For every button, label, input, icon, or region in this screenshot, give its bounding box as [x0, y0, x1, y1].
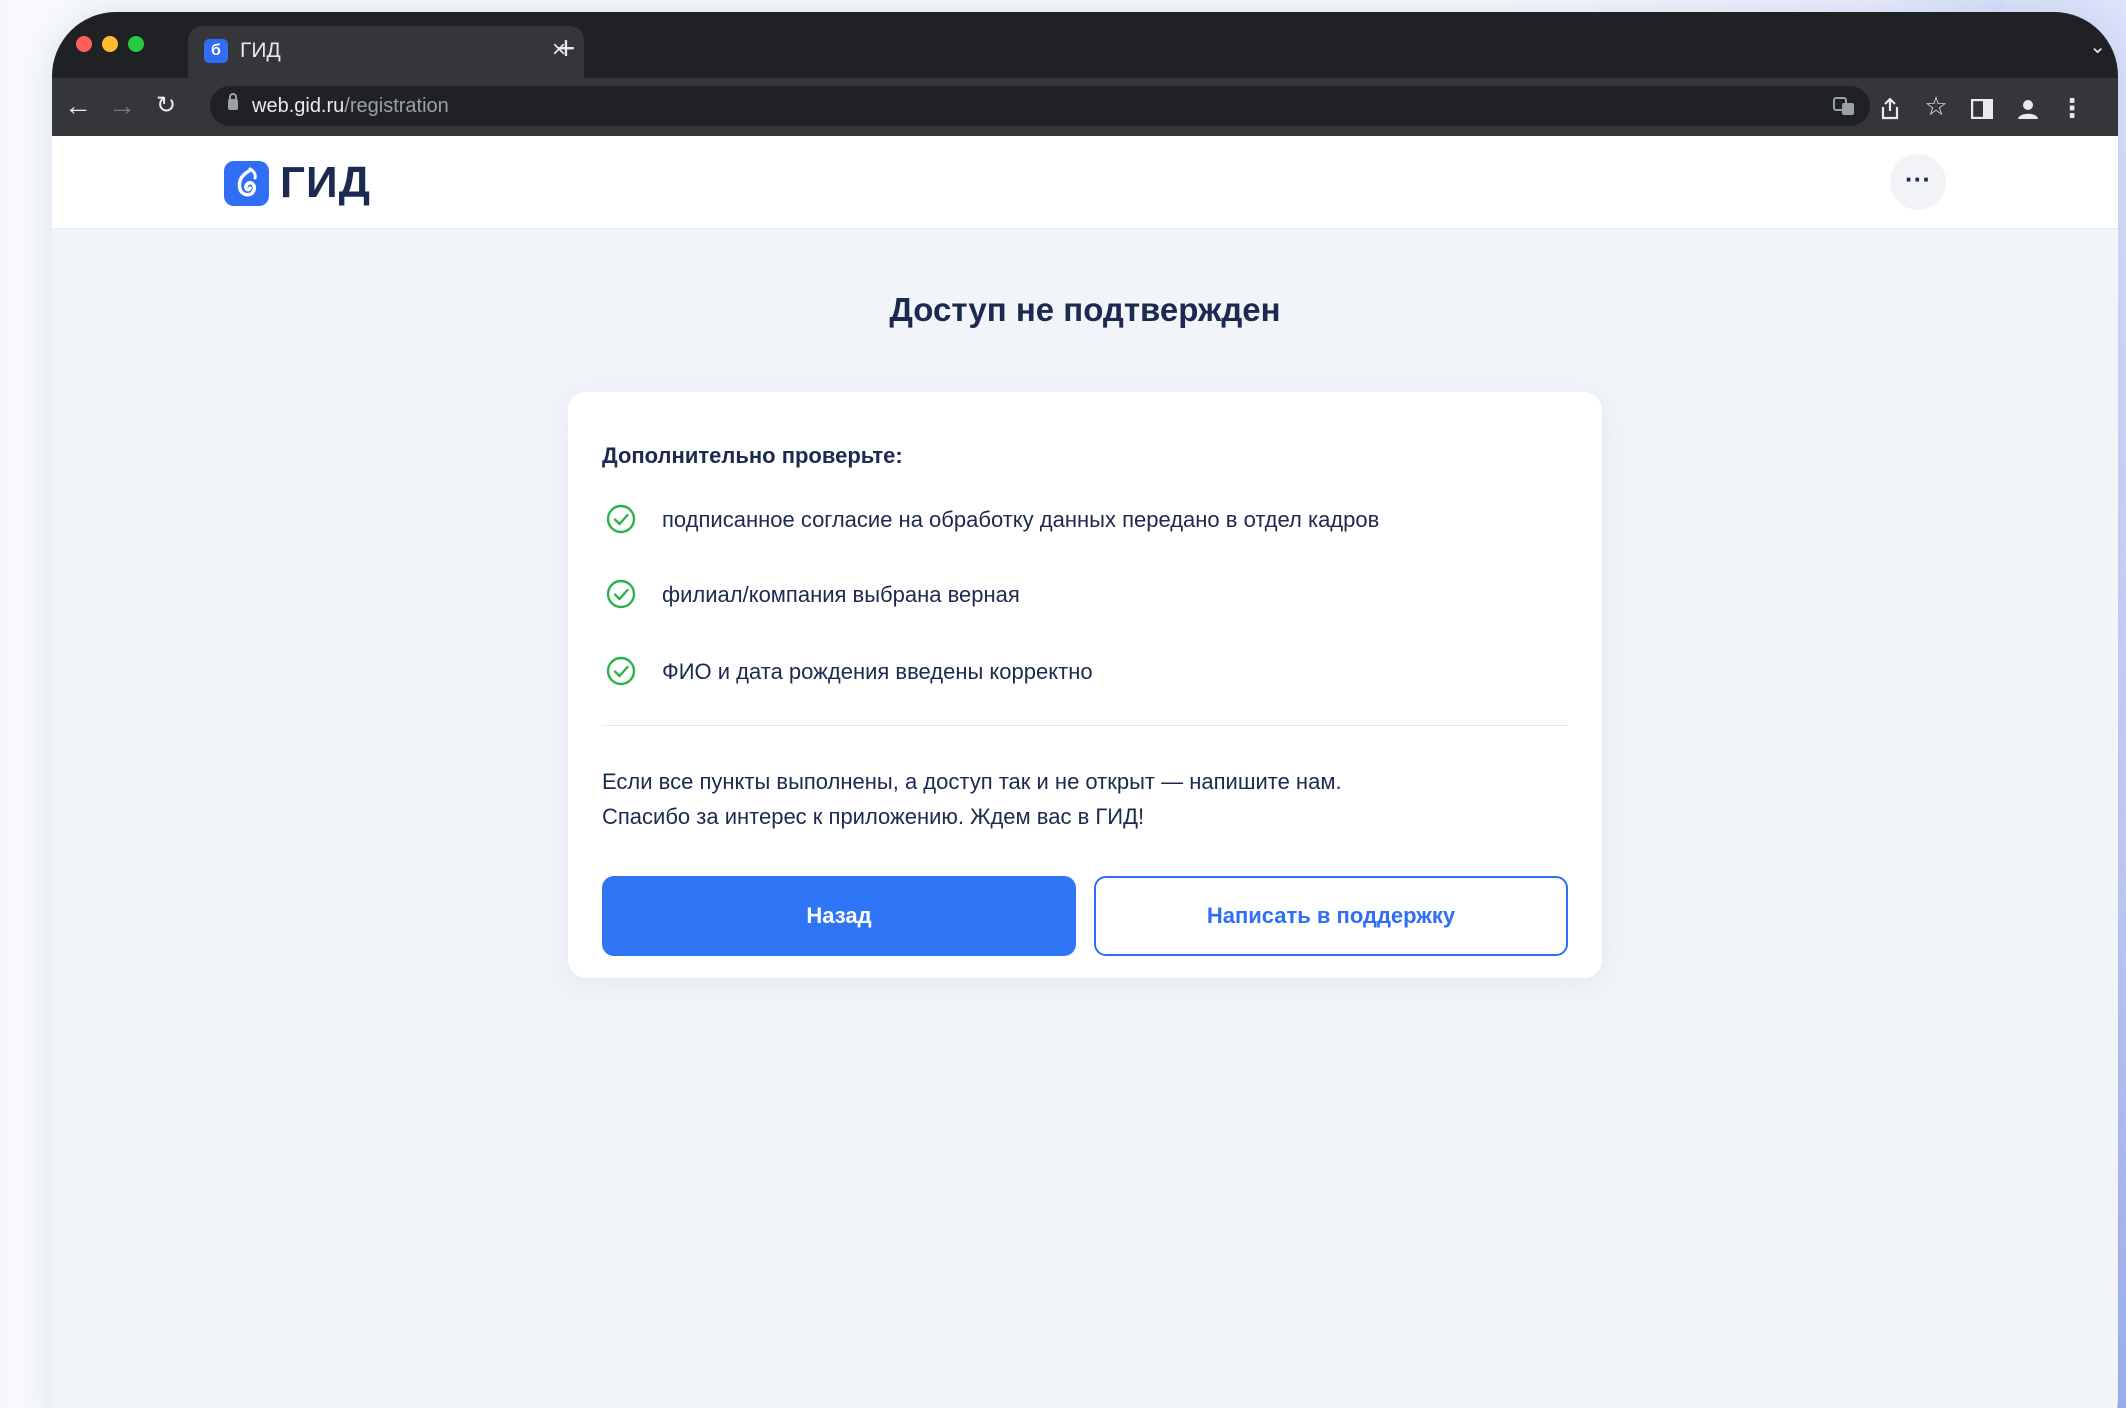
back-arrow-icon[interactable]: ←	[60, 88, 96, 124]
tab-strip: б ГИД × + ⌄	[52, 12, 2118, 78]
reload-icon[interactable]: ↻	[148, 88, 184, 124]
address-bar[interactable]: web.gid.ru/registration	[210, 86, 1870, 126]
back-button[interactable]: Назад	[602, 876, 1076, 956]
contact-support-button[interactable]: Написать в поддержку	[1094, 876, 1568, 956]
kebab-menu-icon[interactable]: ⋮	[2056, 92, 2088, 124]
new-tab-button[interactable]: +	[546, 32, 586, 64]
info-card: Дополнительно проверьте: подписанное сог…	[568, 392, 1602, 978]
close-window-button[interactable]	[76, 36, 92, 52]
lock-icon	[228, 93, 238, 110]
more-options-button[interactable]: ···	[1890, 154, 1946, 210]
gid-logo-mark-icon	[224, 161, 269, 206]
note-line: Если все пункты выполнены, а доступ так …	[602, 769, 1342, 794]
note-line: Спасибо за интерес к приложению. Ждем ва…	[602, 804, 1145, 829]
browser-toolbar: ← → ↻ web.gid.ru/registration	[52, 78, 2118, 136]
minimize-window-button[interactable]	[102, 36, 118, 52]
checklist-item-text: подписанное согласие на обработку данных…	[662, 507, 1380, 532]
checklist-item-text: ФИО и дата рождения введены корректно	[662, 659, 1093, 684]
forward-arrow-icon[interactable]: →	[104, 88, 140, 124]
url-text: web.gid.ru/registration	[252, 94, 449, 118]
app-header: ГИД ···	[52, 136, 2118, 229]
check-circle-icon	[606, 579, 636, 609]
favicon-icon: б	[204, 39, 228, 63]
tab-search-chevron-icon[interactable]: ⌄	[2089, 34, 2106, 59]
checklist-item-text: филиал/компания выбрана верная	[662, 582, 1020, 607]
translate-icon[interactable]	[1828, 90, 1860, 122]
profile-icon[interactable]	[2012, 94, 2044, 126]
divider	[602, 725, 1568, 726]
check-circle-icon	[606, 504, 636, 534]
share-icon[interactable]	[1874, 94, 1906, 126]
maximize-window-button[interactable]	[128, 36, 144, 52]
tab-title: ГИД	[240, 39, 281, 62]
side-panel-icon[interactable]	[1966, 94, 1998, 126]
url-path: /registration	[344, 95, 449, 117]
url-host: web.gid.ru	[252, 95, 345, 117]
check-circle-icon	[606, 656, 636, 686]
browser-window: б ГИД × + ⌄ ← → ↻ web.gid.ru/registratio…	[52, 12, 2118, 1408]
page-title: Доступ не подтвержден	[889, 291, 1281, 328]
star-icon[interactable]: ☆	[1920, 90, 1952, 122]
browser-tab[interactable]: б ГИД ×	[188, 26, 584, 78]
card-heading: Дополнительно проверьте:	[602, 443, 903, 468]
logo-text: ГИД	[280, 158, 371, 207]
